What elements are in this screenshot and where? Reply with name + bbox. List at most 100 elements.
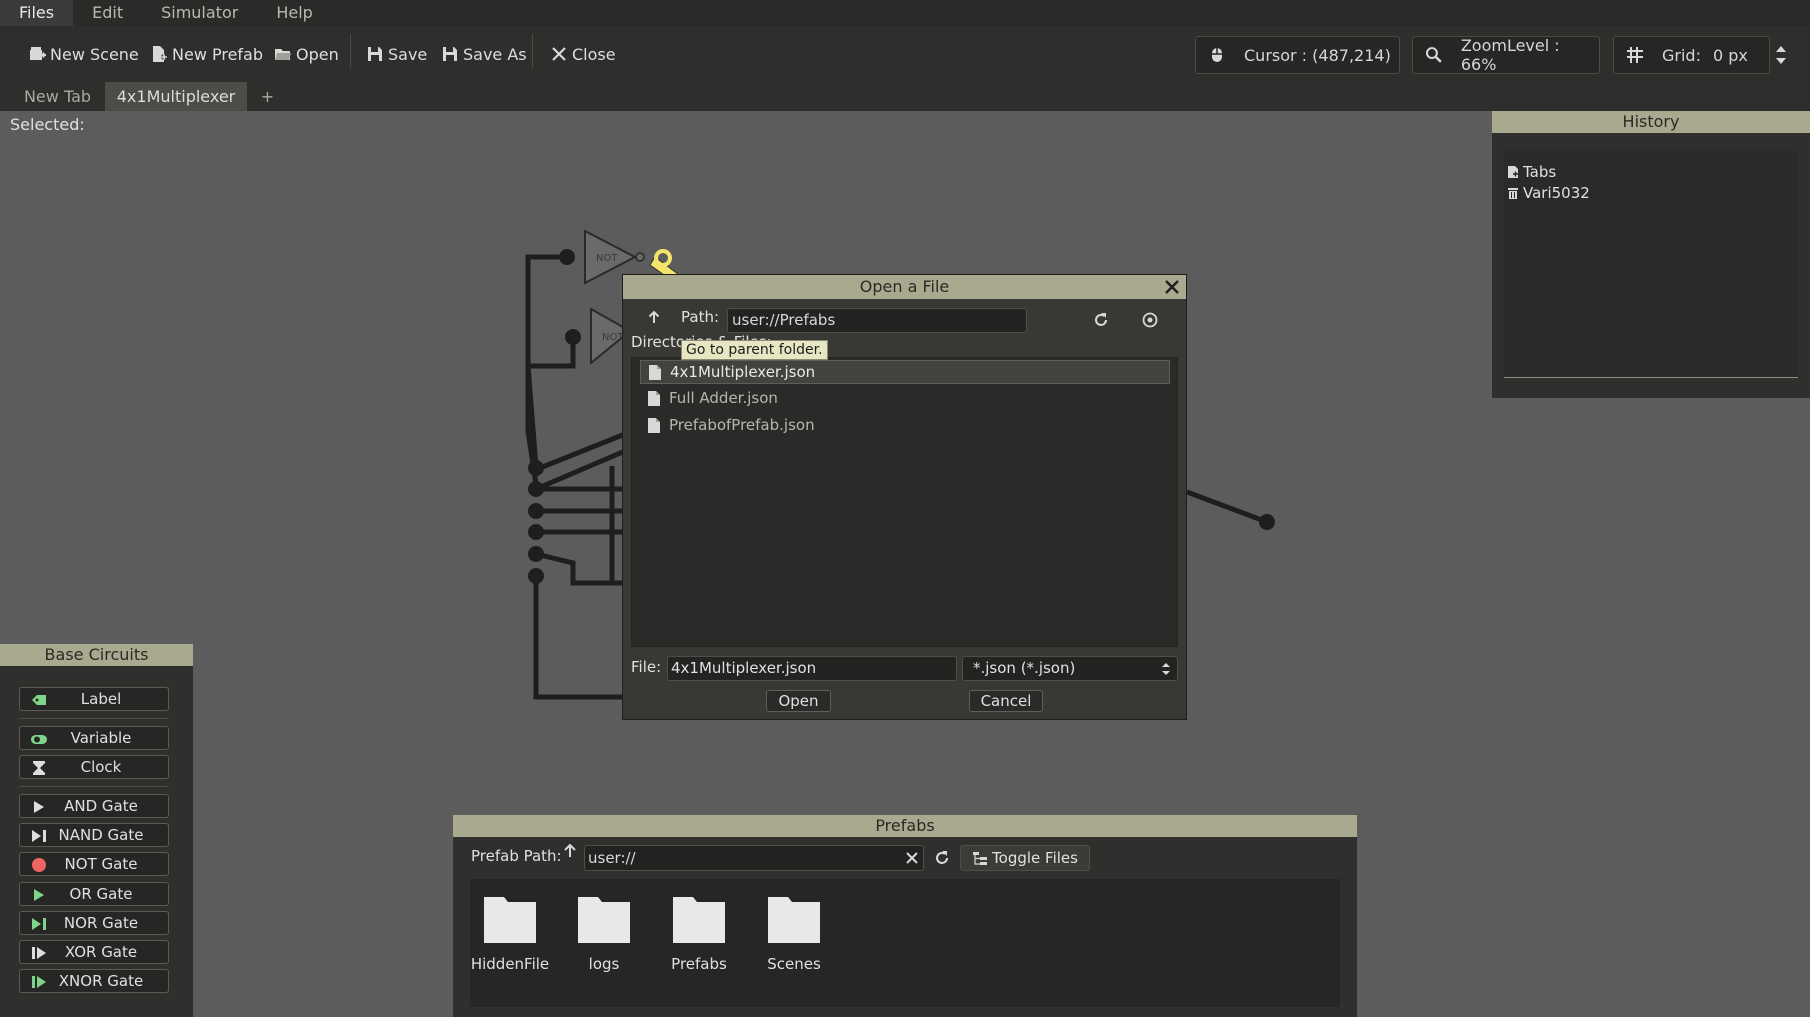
save-as-button[interactable]: Save As [441, 42, 527, 66]
file-name-input[interactable]: 4x1Multiplexer.json [667, 656, 957, 681]
grid-value[interactable]: 0 px [1713, 46, 1748, 65]
wire[interactable] [535, 431, 626, 471]
variable-button[interactable]: Variable [19, 726, 169, 750]
folder-item[interactable]: Scenes [754, 891, 834, 973]
open-button[interactable]: Open [766, 690, 831, 712]
history-list[interactable]: Tabs Vari5032 [1504, 151, 1798, 378]
xor-gate-button[interactable]: XOR Gate [19, 940, 169, 964]
history-item-label: Vari5032 [1523, 183, 1590, 202]
not-gate-icon [32, 858, 46, 872]
file-filter-select[interactable]: *.json (*.json) [962, 656, 1178, 681]
save-label: Save [388, 44, 428, 64]
separator [19, 718, 169, 719]
arrow-up-icon[interactable] [563, 844, 577, 858]
toggle-files-button[interactable]: Toggle Files [960, 845, 1090, 871]
history-item[interactable]: Vari5032 [1504, 182, 1798, 203]
folder-name: Scenes [767, 955, 821, 973]
eye-icon[interactable] [1141, 311, 1159, 329]
and-gate-button[interactable]: AND Gate [19, 794, 169, 818]
file-tree-icon [973, 852, 988, 865]
grid-label: Grid: [1662, 45, 1701, 65]
file-row[interactable]: Full Adder.json [640, 386, 1170, 410]
tab-new-tab[interactable]: New Tab [10, 82, 105, 111]
arrow-up-icon[interactable] [647, 310, 661, 324]
toggle-files-label: Toggle Files [992, 849, 1078, 867]
mouse-icon [1212, 48, 1222, 62]
history-item[interactable]: Tabs [1504, 161, 1798, 182]
new-scene-button[interactable]: New Scene [28, 42, 139, 66]
folder-name: logs [588, 955, 620, 973]
file-icon [1508, 165, 1518, 178]
not-gate-button[interactable]: NOT Gate [19, 852, 169, 876]
zoom-readout: ZoomLevel : 66% [1460, 36, 1560, 74]
save-button[interactable]: Save [366, 42, 427, 66]
nor-gate-button[interactable]: NOR Gate [19, 911, 169, 935]
grid-spinner-icon[interactable] [1774, 44, 1788, 66]
new-prefab-button[interactable]: New Prefab [150, 42, 263, 66]
file-list[interactable]: 4x1Multiplexer.json Full Adder.json Pref… [631, 357, 1178, 647]
menu-bar: Files Edit Simulator Help [0, 0, 1810, 26]
trash-icon [1508, 187, 1518, 199]
prefabs-title: Prefabs [453, 815, 1357, 837]
open-button[interactable]: Open [274, 42, 339, 66]
folder-item[interactable]: HiddenFile [470, 891, 550, 973]
xor-gate-icon [32, 947, 46, 959]
refresh-icon[interactable] [1092, 311, 1110, 329]
folder-item[interactable]: Prefabs [659, 891, 739, 973]
folder-name: HiddenFile [470, 955, 550, 973]
menu-edit[interactable]: Edit [73, 0, 142, 26]
wire[interactable] [525, 337, 576, 468]
add-tab-button[interactable]: + [255, 82, 280, 111]
menu-simulator[interactable]: Simulator [142, 0, 257, 26]
zoom-status: ZoomLevel : 66% [1412, 36, 1600, 74]
file-icon [649, 364, 661, 380]
new-prefab-label: New Prefab [172, 44, 264, 64]
prefab-path-input[interactable]: user:// [584, 845, 924, 871]
tab-4x1multiplexer[interactable]: 4x1Multiplexer [105, 82, 247, 111]
xnor-gate-button[interactable]: XNOR Gate [19, 969, 169, 993]
or-gate-icon [34, 889, 44, 901]
cancel-button[interactable]: Cancel [969, 690, 1043, 712]
toolbar-separator [532, 34, 533, 68]
folder-icon [673, 897, 725, 943]
folder-item[interactable]: logs [564, 891, 644, 973]
dialog-title: Open a File [623, 275, 1186, 299]
history-item-label: Tabs [1523, 162, 1557, 181]
path-input[interactable]: user://Prefabs [727, 308, 1027, 333]
file-filter-value: *.json (*.json) [973, 659, 1076, 677]
folder-open-icon [275, 49, 291, 60]
and-gate-icon [34, 801, 44, 813]
new-scene-icon [30, 47, 46, 60]
file-icon [648, 390, 660, 406]
path-label: Path: [681, 308, 720, 326]
wire[interactable] [533, 576, 625, 700]
close-icon [552, 47, 566, 61]
folder-name: Prefabs [671, 955, 727, 973]
clear-icon[interactable] [904, 850, 920, 866]
file-row[interactable]: 4x1Multiplexer.json [640, 360, 1170, 384]
menu-files[interactable]: Files [0, 0, 74, 26]
close-button[interactable]: Close [550, 42, 616, 66]
save-icon [368, 47, 382, 61]
clock-button[interactable]: Clock [19, 755, 169, 779]
grid-status[interactable]: Grid: 0 px [1613, 36, 1770, 74]
or-gate-button[interactable]: OR Gate [19, 882, 169, 906]
toolbar-separator [350, 34, 351, 68]
open-label: Open [296, 44, 339, 64]
nand-gate-icon [32, 830, 46, 842]
wire[interactable] [1186, 489, 1268, 525]
prefab-file-grid: HiddenFile logs Prefabs Scenes [470, 879, 1340, 1007]
toggle-icon [31, 735, 47, 744]
gate-label: NOT [602, 332, 624, 343]
nand-gate-button[interactable]: NAND Gate [19, 823, 169, 847]
label-button[interactable]: Label [19, 687, 169, 711]
label-icon [32, 695, 46, 705]
menu-help[interactable]: Help [257, 0, 331, 26]
gate-label: NOT [596, 253, 618, 264]
file-name: 4x1Multiplexer.json [670, 363, 816, 381]
close-icon[interactable] [1162, 277, 1182, 297]
refresh-icon[interactable] [933, 849, 951, 867]
file-row[interactable]: PrefabofPrefab.json [640, 413, 1170, 437]
cursor-status: Cursor : (487,214) [1195, 36, 1400, 74]
history-panel: History Tabs Vari5032 [1492, 111, 1810, 398]
